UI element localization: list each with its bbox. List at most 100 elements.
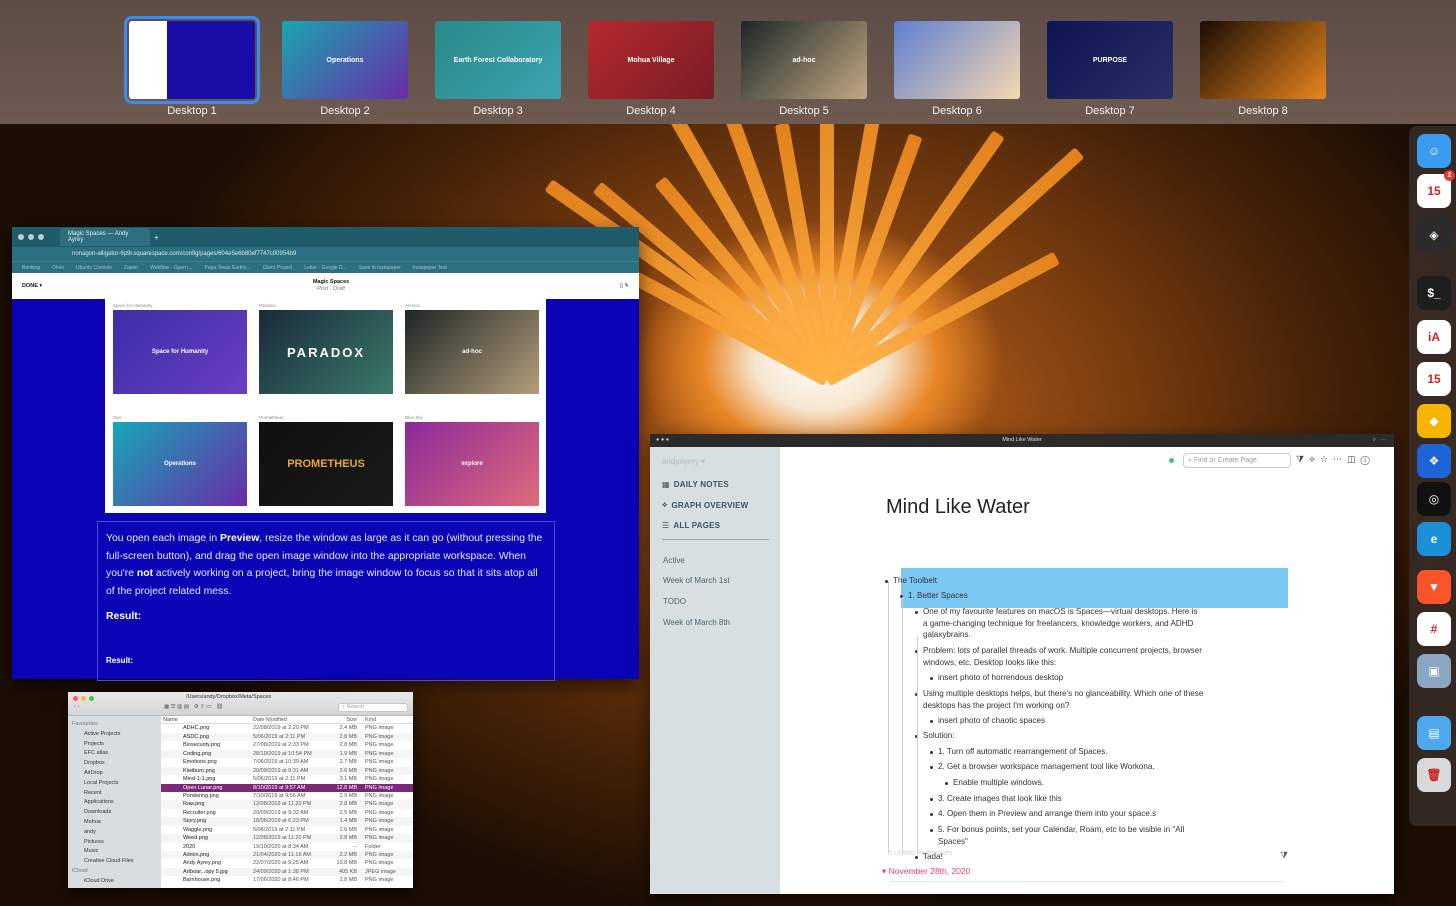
gallery-image[interactable]: ad-hoc: [405, 310, 539, 394]
search-input[interactable]: ⌕ Find or Create Page: [1183, 453, 1291, 468]
table-row[interactable]: Pondering.png 7/10/2019 at 9:56 AM 2.9 MB P…: [161, 792, 413, 800]
bullet-icon[interactable]: [915, 611, 918, 614]
desktop-thumbnail-2[interactable]: Operations Desktop 2: [282, 21, 408, 117]
desktop-preview[interactable]: Operations: [282, 21, 408, 99]
linked-references-heading[interactable]: 5 Linked References: [888, 850, 952, 857]
block[interactable]: Tada!: [923, 851, 1123, 863]
bullet-icon[interactable]: [930, 720, 933, 723]
sidebar-item[interactable]: Pictures: [71, 838, 158, 848]
desktop-preview[interactable]: PURPOSE: [1047, 21, 1173, 99]
url-bar[interactable]: nonagon-alligator-6p9l.squarespace.com/c…: [12, 247, 639, 261]
dock-ia-writer-icon[interactable]: iA: [1417, 320, 1451, 354]
dock-layers-icon[interactable]: ◈: [1417, 218, 1451, 252]
bookmark-link[interactable]: Ubuntu Console: [76, 265, 112, 271]
sidebar-item[interactable]: Projects: [71, 740, 158, 750]
bookmark-link[interactable]: Ohvo: [52, 265, 64, 271]
sidebar-item[interactable]: EFC atlas: [71, 749, 158, 759]
bullet-icon[interactable]: [930, 813, 933, 816]
post-text-block[interactable]: You open each image in Preview, resize t…: [97, 521, 555, 681]
bookmark-link[interactable]: Letter - Google D...: [304, 265, 347, 271]
back-forward-icon[interactable]: ‹ ›: [74, 704, 79, 710]
window-actions[interactable]: ⌕ ⋯: [1373, 434, 1386, 447]
dock-dropbox-icon[interactable]: ❖: [1417, 444, 1451, 478]
minimize-icon[interactable]: [81, 696, 86, 701]
block[interactable]: 1. Turn off automatic rearrangement of S…: [938, 746, 1238, 758]
finder-window[interactable]: /Users/andy/Dropbox/Meta/Spaces ‹ › ▦ ☰ …: [68, 692, 413, 888]
dock-slack-icon[interactable]: #: [1417, 612, 1451, 646]
table-row[interactable]: ASDC.png 5/06/2019 at 2:11 PM 2.8 MB PNG im…: [161, 732, 413, 742]
zoom-icon[interactable]: [89, 696, 94, 701]
filter-icon[interactable]: ⧩: [1280, 850, 1288, 861]
close-icon[interactable]: [73, 696, 78, 701]
table-row[interactable]: Emotions.png 7/06/2019 at 10:39 AM 2.7 MB P…: [161, 758, 413, 766]
browser-window[interactable]: Magic Spaces — Andy Ayrey + nonagon-alli…: [12, 227, 639, 681]
bookmark-link[interactable]: Papa Texas Earthc...: [205, 265, 251, 271]
table-row[interactable]: ADHC.png 22/08/2019 at 2:20 PM 2.4 MB PNG i…: [161, 724, 413, 732]
dock-finder-icon[interactable]: ☺: [1417, 134, 1451, 168]
table-row[interactable]: Open Lunar.png 8/10/2019 at 9:57 AM 12.8 M…: [161, 783, 413, 792]
shortcut-item[interactable]: Week of March 8th: [663, 618, 730, 627]
table-row[interactable]: Biosecurity.png 27/08/2019 at 2:33 PM 2.8 …: [161, 741, 413, 749]
dock-fantastical-icon[interactable]: 15: [1417, 362, 1451, 396]
table-row[interactable]: Artboar...opy 5.jpg 24/09/2020 at 1:38 PM…: [161, 867, 413, 877]
table-row[interactable]: 2020 19/10/2020 at 8:34 AM -- Folder: [161, 843, 413, 851]
table-row[interactable]: Coding.png 28/10/2019 at 10:54 PM 1.9 MB PN…: [161, 749, 413, 759]
done-button[interactable]: DONE ▾: [22, 283, 42, 289]
gallery-image[interactable]: Operations: [113, 422, 247, 506]
bookmark-link[interactable]: Zapier: [124, 265, 138, 271]
block[interactable]: 2. Get a browser workspace management to…: [938, 761, 1238, 773]
sidebar-item[interactable]: Dropbox: [71, 759, 158, 769]
search-input[interactable]: ⌕ Search: [338, 703, 408, 712]
bullet-icon[interactable]: [930, 798, 933, 801]
preview-icons[interactable]: ▯ ✎: [620, 283, 629, 289]
sidebar-item[interactable]: AirDrop: [71, 769, 158, 779]
table-row[interactable]: Mind-1-1.png 5/06/2019 at 2:11 PM 3.1 MB PN…: [161, 775, 413, 783]
table-row[interactable]: Kiwiburn.png 20/09/2019 at 9:31 AM 2.6 MB P…: [161, 766, 413, 776]
dock-preview-icon[interactable]: ▣: [1417, 654, 1451, 688]
sidebar-item[interactable]: Recent: [71, 789, 158, 799]
shortcut-item[interactable]: Active: [663, 556, 685, 565]
dock-brave-icon[interactable]: ▼: [1417, 570, 1451, 604]
column-header[interactable]: Name: [161, 716, 253, 723]
gallery-image[interactable]: PROMETHEUS: [259, 422, 393, 506]
nav-all-pages[interactable]: ☰ ALL PAGES: [662, 521, 720, 530]
desktop-thumbnail-1[interactable]: Desktop 1: [124, 16, 260, 117]
dock-sketch-icon[interactable]: ◆: [1417, 404, 1451, 438]
close-icon[interactable]: [18, 234, 24, 240]
dock-edge-icon[interactable]: e: [1417, 522, 1451, 556]
table-row[interactable]: Barnhouse.png 17/06/2020 at 8:46 PM 2.8 MB…: [161, 876, 413, 884]
block[interactable]: 1. Better Spaces: [908, 590, 1108, 602]
gallery-image[interactable]: Space for Humanity: [113, 310, 247, 394]
bookmark-link[interactable]: Webflow - Open i...: [150, 265, 192, 271]
graph-name[interactable]: andyayrey ▾: [662, 457, 705, 466]
table-row[interactable]: Admin.png 21/04/2020 at 11:16 AM 2.2 MB PNG…: [161, 851, 413, 860]
desktop-preview[interactable]: Earth Forest Collaboratory: [435, 21, 561, 99]
new-tab-icon[interactable]: +: [154, 233, 159, 242]
desktop-preview[interactable]: [124, 16, 260, 104]
table-row[interactable]: Recruiter.png 20/09/2019 at 9:32 AM 2.5 MB…: [161, 809, 413, 817]
column-header[interactable]: Kind: [361, 716, 413, 723]
view-mode-icons[interactable]: ▦ ☰ ▥ ▤ ⚙ ⇧ ▭ ⛓: [164, 704, 223, 710]
desktop-thumbnail-4[interactable]: Mohua Village Desktop 4: [588, 21, 714, 117]
desktop-preview[interactable]: Mohua Village: [588, 21, 714, 99]
sidebar-item[interactable]: andy: [71, 828, 158, 838]
bullet-icon[interactable]: [930, 829, 933, 832]
sidebar-item[interactable]: Local Projects: [71, 779, 158, 789]
reference-date[interactable]: ▾ November 28th, 2020: [882, 866, 970, 877]
block[interactable]: Problem: lots of parallel threads of wor…: [923, 645, 1213, 668]
table-row[interactable]: Raw.png 12/08/2019 at 11:20 PM 2.8 MB PNG i…: [161, 800, 413, 809]
sidebar-item[interactable]: Downloads: [71, 808, 158, 818]
block[interactable]: Enable multiple windows.: [953, 777, 1253, 789]
window-controls[interactable]: ● ● ●: [656, 434, 669, 447]
column-header[interactable]: Date Modified: [253, 716, 333, 723]
desktop-thumbnail-7[interactable]: PURPOSE Desktop 7: [1047, 21, 1173, 117]
dock-circle-app-icon[interactable]: ◎: [1417, 482, 1451, 516]
desktop-thumbnail-5[interactable]: ad-hoc Desktop 5: [741, 21, 867, 117]
bookmark-link[interactable]: Save to Instapaper: [359, 265, 401, 271]
block[interactable]: Using multiple desktops helps, but there…: [923, 688, 1213, 711]
bookmark-link[interactable]: Client Project: [263, 265, 293, 271]
block[interactable]: insert photo of chaotic spaces: [938, 715, 1218, 727]
bullet-icon[interactable]: [930, 677, 933, 680]
table-row[interactable]: Weed.png 12/08/2019 at 11:20 PM 2.8 MB PNG …: [161, 834, 413, 843]
nav-daily-notes[interactable]: ▦ DAILY NOTES: [662, 480, 729, 489]
